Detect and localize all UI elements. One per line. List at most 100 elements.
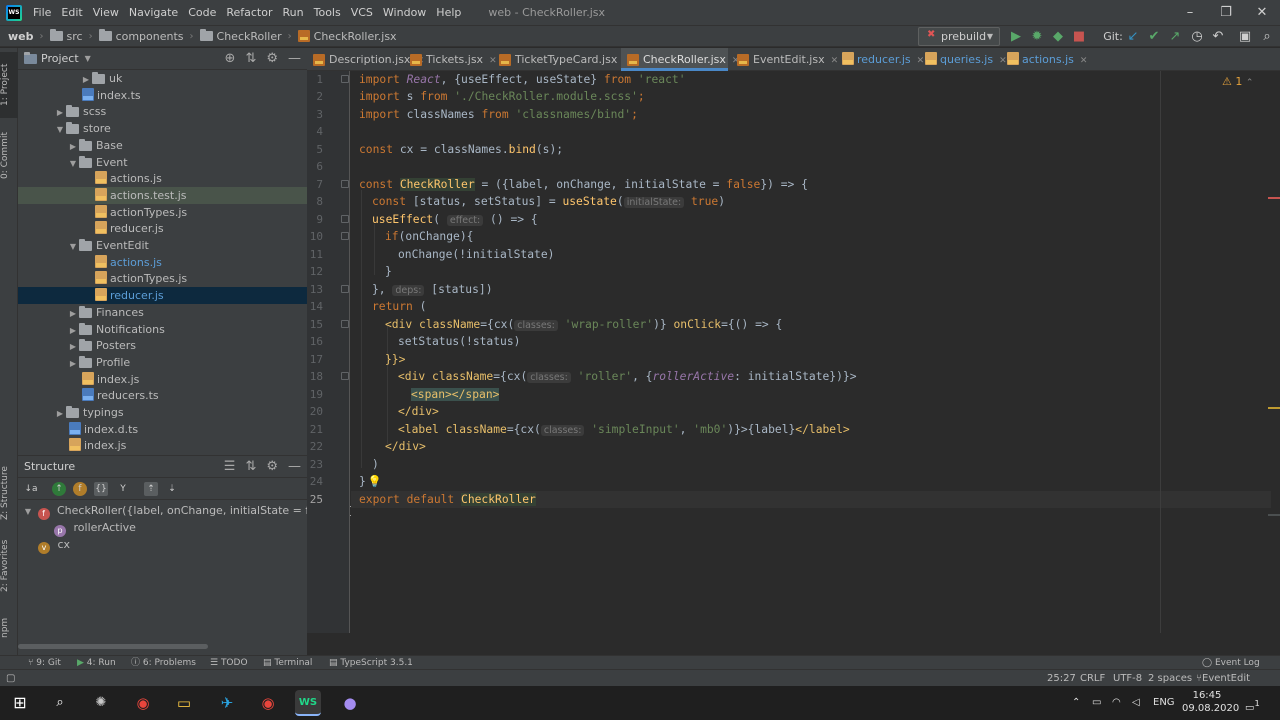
tool-tab-git[interactable]: ⑂ 9: Git bbox=[28, 656, 61, 670]
tab-queries[interactable]: queries.js ✕ bbox=[919, 48, 1007, 71]
tool-tab-event-log[interactable]: ◯ Event Log bbox=[1202, 656, 1260, 670]
code-editor[interactable]: import React, {useEffect, useState} from… bbox=[351, 71, 1271, 633]
tree-item[interactable]: reducers.ts bbox=[18, 387, 307, 404]
search-icon[interactable]: ⌕ bbox=[1259, 29, 1275, 45]
tree-item[interactable]: index.ts bbox=[18, 87, 307, 104]
chevron-right-icon[interactable]: ▶ bbox=[67, 338, 79, 355]
chevron-down-icon[interactable]: ▼ bbox=[85, 54, 91, 63]
chevron-right-icon[interactable]: ▶ bbox=[54, 104, 66, 121]
tool-tab-npm[interactable]: npm bbox=[0, 613, 18, 643]
tree-item[interactable]: actionTypes.js bbox=[18, 270, 307, 287]
volume-icon[interactable]: ◁ bbox=[1132, 686, 1140, 720]
tree-item[interactable]: ▶ scss bbox=[18, 103, 307, 120]
tree-item[interactable]: index.js bbox=[18, 371, 307, 388]
error-stripe-marker[interactable] bbox=[1268, 197, 1280, 199]
debug-icon[interactable]: ✹ bbox=[1029, 29, 1045, 45]
project-structure-icon[interactable]: ▣ bbox=[1237, 29, 1253, 45]
line-number[interactable]: 24 bbox=[307, 473, 323, 490]
breadcrumb-item-src[interactable]: src bbox=[67, 30, 83, 43]
menu-edit[interactable]: Edit bbox=[56, 0, 87, 25]
rollback-icon[interactable]: ↶ bbox=[1210, 29, 1226, 45]
line-number[interactable]: 17 bbox=[307, 351, 323, 368]
menu-help[interactable]: Help bbox=[431, 0, 466, 25]
line-number[interactable]: 12 bbox=[307, 263, 323, 280]
tree-item[interactable]: actions.test.js bbox=[18, 186, 307, 204]
tree-item[interactable]: ▶ Base bbox=[18, 137, 307, 154]
tab-reducer[interactable]: reducer.js ✕ bbox=[836, 48, 924, 71]
line-number[interactable]: 3 bbox=[307, 106, 323, 123]
fold-marker-icon[interactable] bbox=[341, 285, 349, 293]
tool-tab-terminal[interactable]: ▤ Terminal bbox=[263, 656, 312, 670]
line-number[interactable]: 18 bbox=[307, 368, 323, 385]
line-number[interactable]: 2 bbox=[307, 88, 323, 105]
notifications-icon[interactable]: ▭1 bbox=[1245, 686, 1260, 720]
fold-marker-icon[interactable] bbox=[341, 75, 349, 83]
locate-icon[interactable]: ⊕ bbox=[225, 51, 236, 66]
hide-icon[interactable]: — bbox=[288, 459, 301, 474]
app-purple-icon[interactable]: ● bbox=[337, 690, 363, 716]
windows-start-icon[interactable]: ⊞ bbox=[7, 690, 33, 716]
chevron-down-icon[interactable]: ▼ bbox=[54, 121, 66, 138]
breadcrumb-item-checkroller[interactable]: CheckRoller bbox=[217, 30, 282, 43]
tree-item[interactable]: index.js bbox=[18, 437, 307, 454]
webstorm-taskbar-icon[interactable]: WS bbox=[295, 690, 321, 716]
line-number[interactable]: 20 bbox=[307, 403, 323, 420]
tool-tab-favorites[interactable]: 2: Favorites bbox=[0, 536, 18, 596]
indent-setting[interactable]: 2 spaces bbox=[1148, 670, 1192, 687]
tree-item[interactable]: ▼ EventEdit bbox=[18, 237, 307, 254]
line-number[interactable]: 1 bbox=[307, 71, 323, 88]
line-number[interactable]: 4 bbox=[307, 123, 323, 140]
git-push-icon[interactable]: ↗ bbox=[1167, 29, 1183, 45]
fold-marker-icon[interactable] bbox=[341, 372, 349, 380]
structure-scrollbar[interactable] bbox=[18, 644, 208, 649]
menu-refactor[interactable]: Refactor bbox=[221, 0, 277, 25]
tab-actions[interactable]: actions.js ✕ bbox=[1001, 48, 1087, 71]
line-number[interactable]: 21 bbox=[307, 421, 323, 438]
tree-item[interactable]: reducer.js bbox=[18, 220, 307, 237]
line-separator[interactable]: CRLF bbox=[1080, 670, 1105, 687]
breadcrumb-item-components[interactable]: components bbox=[116, 30, 184, 43]
run-icon[interactable]: ▶ bbox=[1008, 29, 1024, 45]
tree-item[interactable]: ▶ typings bbox=[18, 404, 307, 421]
tree-item[interactable]: ▶ Posters bbox=[18, 337, 307, 354]
wifi-icon[interactable]: ◠ bbox=[1112, 686, 1121, 720]
tab-description[interactable]: Description.jsx✕ bbox=[307, 48, 424, 71]
tree-item[interactable]: ▶ Notifications bbox=[18, 321, 307, 338]
line-number[interactable]: 19 bbox=[307, 386, 323, 403]
tool-tab-typescript[interactable]: ▤ TypeScript 3.5.1 bbox=[329, 656, 413, 670]
chrome-profile-icon[interactable]: ◉ bbox=[255, 690, 281, 716]
line-number[interactable]: 10 bbox=[307, 228, 323, 245]
line-number[interactable]: 22 bbox=[307, 438, 323, 455]
tree-item[interactable]: ▼ Event bbox=[18, 154, 307, 171]
line-number[interactable]: 5 bbox=[307, 141, 323, 158]
line-number[interactable]: 7 bbox=[307, 176, 323, 193]
line-number[interactable]: 13 bbox=[307, 281, 323, 298]
chevron-down-icon[interactable]: ▼ bbox=[67, 155, 79, 172]
language-indicator[interactable]: ENG bbox=[1153, 686, 1175, 720]
tool-tab-run[interactable]: ▶ 4: Run bbox=[77, 656, 116, 670]
chrome-icon[interactable]: ◉ bbox=[130, 690, 156, 716]
line-number[interactable]: 6 bbox=[307, 158, 323, 175]
menu-view[interactable]: View bbox=[88, 0, 124, 25]
tree-item[interactable]: index.d.ts bbox=[18, 421, 307, 438]
line-number[interactable]: 11 bbox=[307, 246, 323, 263]
show-inherited-icon[interactable]: ↑ bbox=[52, 482, 66, 496]
line-number[interactable]: 25 bbox=[307, 491, 323, 508]
close-button[interactable]: ✕ bbox=[1244, 0, 1280, 25]
gear-icon[interactable]: ⚙ bbox=[266, 51, 278, 66]
line-number[interactable]: 16 bbox=[307, 333, 323, 350]
tab-tickets[interactable]: Tickets.jsx ✕ bbox=[404, 48, 497, 71]
tool-tab-problems[interactable]: ⓘ 6: Problems bbox=[131, 656, 196, 670]
fold-marker-icon[interactable] bbox=[341, 180, 349, 188]
tool-tab-todo[interactable]: ☰ TODO bbox=[210, 656, 248, 670]
chevron-down-icon[interactable]: ▼ bbox=[67, 238, 79, 255]
autoscroll-from-source-icon[interactable]: ⇣ bbox=[165, 482, 179, 496]
project-panel-title[interactable]: Project bbox=[41, 52, 79, 65]
expand-all-icon[interactable]: ☰ bbox=[224, 459, 236, 474]
tool-tab-commit[interactable]: 0: Commit bbox=[0, 124, 18, 188]
filter-icon[interactable]: Y bbox=[116, 482, 130, 496]
run-configuration-select[interactable]: ✖ prebuild ▼ bbox=[918, 27, 1000, 46]
menu-vcs[interactable]: VCS bbox=[346, 0, 378, 25]
show-hidden-icons-icon[interactable]: ⌃ bbox=[1072, 686, 1080, 720]
breadcrumb-item-file[interactable]: CheckRoller.jsx bbox=[314, 30, 397, 43]
